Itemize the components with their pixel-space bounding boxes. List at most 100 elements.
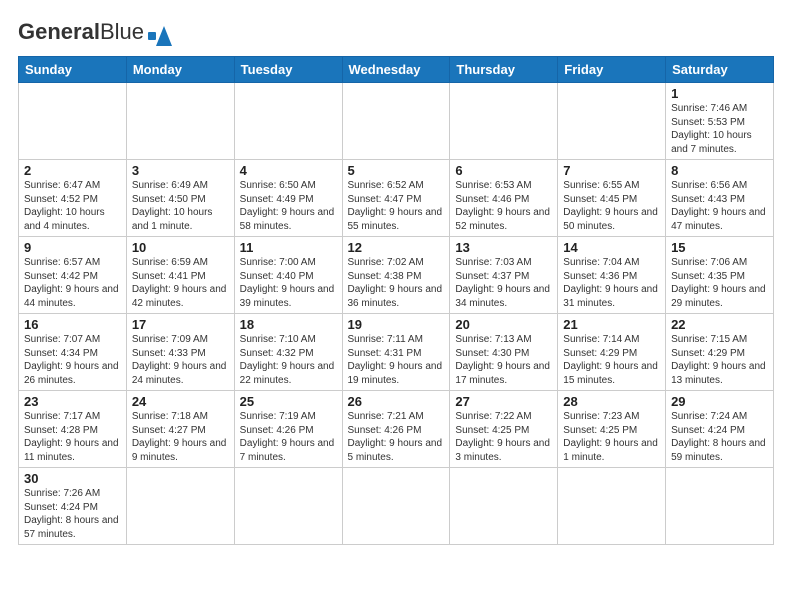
day-info: Sunrise: 7:23 AM Sunset: 4:25 PM Dayligh… (563, 410, 660, 464)
day-info: Sunrise: 6:50 AM Sunset: 4:49 PM Dayligh… (240, 179, 337, 233)
calendar-cell: 15Sunrise: 7:06 AM Sunset: 4:35 PM Dayli… (666, 237, 774, 314)
calendar-week-row: 30Sunrise: 7:26 AM Sunset: 4:24 PM Dayli… (19, 468, 774, 545)
calendar-cell: 12Sunrise: 7:02 AM Sunset: 4:38 PM Dayli… (342, 237, 450, 314)
day-info: Sunrise: 7:09 AM Sunset: 4:33 PM Dayligh… (132, 333, 229, 387)
day-number: 16 (24, 317, 121, 332)
logo-text: GeneralBlue (18, 21, 144, 43)
day-number: 11 (240, 240, 337, 255)
day-number: 7 (563, 163, 660, 178)
calendar-cell (126, 83, 234, 160)
calendar-cell (450, 468, 558, 545)
day-number: 24 (132, 394, 229, 409)
calendar-cell: 8Sunrise: 6:56 AM Sunset: 4:43 PM Daylig… (666, 160, 774, 237)
calendar-week-row: 16Sunrise: 7:07 AM Sunset: 4:34 PM Dayli… (19, 314, 774, 391)
day-number: 26 (348, 394, 445, 409)
weekday-header-saturday: Saturday (666, 57, 774, 83)
calendar-cell: 2Sunrise: 6:47 AM Sunset: 4:52 PM Daylig… (19, 160, 127, 237)
logo-icon (148, 18, 180, 46)
day-info: Sunrise: 7:21 AM Sunset: 4:26 PM Dayligh… (348, 410, 445, 464)
calendar-cell: 3Sunrise: 6:49 AM Sunset: 4:50 PM Daylig… (126, 160, 234, 237)
day-info: Sunrise: 6:53 AM Sunset: 4:46 PM Dayligh… (455, 179, 552, 233)
logo: GeneralBlue (18, 18, 180, 46)
day-info: Sunrise: 6:55 AM Sunset: 4:45 PM Dayligh… (563, 179, 660, 233)
day-info: Sunrise: 7:10 AM Sunset: 4:32 PM Dayligh… (240, 333, 337, 387)
day-info: Sunrise: 7:26 AM Sunset: 4:24 PM Dayligh… (24, 487, 121, 541)
day-number: 28 (563, 394, 660, 409)
day-number: 18 (240, 317, 337, 332)
page: GeneralBlue SundayMondayTuesdayWednesday… (0, 0, 792, 555)
day-number: 15 (671, 240, 768, 255)
calendar-cell: 10Sunrise: 6:59 AM Sunset: 4:41 PM Dayli… (126, 237, 234, 314)
calendar-cell: 24Sunrise: 7:18 AM Sunset: 4:27 PM Dayli… (126, 391, 234, 468)
day-number: 13 (455, 240, 552, 255)
day-info: Sunrise: 7:19 AM Sunset: 4:26 PM Dayligh… (240, 410, 337, 464)
weekday-header-monday: Monday (126, 57, 234, 83)
day-info: Sunrise: 6:49 AM Sunset: 4:50 PM Dayligh… (132, 179, 229, 233)
day-info: Sunrise: 7:17 AM Sunset: 4:28 PM Dayligh… (24, 410, 121, 464)
calendar-cell: 17Sunrise: 7:09 AM Sunset: 4:33 PM Dayli… (126, 314, 234, 391)
calendar-cell (19, 83, 127, 160)
calendar-cell (342, 83, 450, 160)
day-info: Sunrise: 7:03 AM Sunset: 4:37 PM Dayligh… (455, 256, 552, 310)
day-number: 20 (455, 317, 552, 332)
calendar-cell: 18Sunrise: 7:10 AM Sunset: 4:32 PM Dayli… (234, 314, 342, 391)
calendar-cell: 14Sunrise: 7:04 AM Sunset: 4:36 PM Dayli… (558, 237, 666, 314)
day-info: Sunrise: 6:59 AM Sunset: 4:41 PM Dayligh… (132, 256, 229, 310)
day-number: 3 (132, 163, 229, 178)
day-number: 4 (240, 163, 337, 178)
day-info: Sunrise: 7:02 AM Sunset: 4:38 PM Dayligh… (348, 256, 445, 310)
calendar-cell: 9Sunrise: 6:57 AM Sunset: 4:42 PM Daylig… (19, 237, 127, 314)
calendar-cell: 7Sunrise: 6:55 AM Sunset: 4:45 PM Daylig… (558, 160, 666, 237)
header: GeneralBlue (18, 18, 774, 46)
day-number: 10 (132, 240, 229, 255)
day-number: 8 (671, 163, 768, 178)
day-info: Sunrise: 7:15 AM Sunset: 4:29 PM Dayligh… (671, 333, 768, 387)
calendar-cell: 28Sunrise: 7:23 AM Sunset: 4:25 PM Dayli… (558, 391, 666, 468)
day-number: 14 (563, 240, 660, 255)
day-number: 25 (240, 394, 337, 409)
calendar-cell: 13Sunrise: 7:03 AM Sunset: 4:37 PM Dayli… (450, 237, 558, 314)
day-info: Sunrise: 6:57 AM Sunset: 4:42 PM Dayligh… (24, 256, 121, 310)
calendar-cell: 5Sunrise: 6:52 AM Sunset: 4:47 PM Daylig… (342, 160, 450, 237)
day-number: 1 (671, 86, 768, 101)
day-number: 12 (348, 240, 445, 255)
day-info: Sunrise: 7:06 AM Sunset: 4:35 PM Dayligh… (671, 256, 768, 310)
day-info: Sunrise: 7:14 AM Sunset: 4:29 PM Dayligh… (563, 333, 660, 387)
day-number: 17 (132, 317, 229, 332)
day-info: Sunrise: 6:47 AM Sunset: 4:52 PM Dayligh… (24, 179, 121, 233)
calendar-cell: 30Sunrise: 7:26 AM Sunset: 4:24 PM Dayli… (19, 468, 127, 545)
day-info: Sunrise: 7:46 AM Sunset: 5:53 PM Dayligh… (671, 102, 768, 156)
weekday-header-wednesday: Wednesday (342, 57, 450, 83)
day-number: 22 (671, 317, 768, 332)
calendar-cell (342, 468, 450, 545)
calendar-cell: 20Sunrise: 7:13 AM Sunset: 4:30 PM Dayli… (450, 314, 558, 391)
calendar-cell: 11Sunrise: 7:00 AM Sunset: 4:40 PM Dayli… (234, 237, 342, 314)
weekday-header-tuesday: Tuesday (234, 57, 342, 83)
day-number: 2 (24, 163, 121, 178)
calendar-cell: 19Sunrise: 7:11 AM Sunset: 4:31 PM Dayli… (342, 314, 450, 391)
calendar-cell: 6Sunrise: 6:53 AM Sunset: 4:46 PM Daylig… (450, 160, 558, 237)
weekday-header-thursday: Thursday (450, 57, 558, 83)
day-info: Sunrise: 6:56 AM Sunset: 4:43 PM Dayligh… (671, 179, 768, 233)
day-info: Sunrise: 7:07 AM Sunset: 4:34 PM Dayligh… (24, 333, 121, 387)
day-info: Sunrise: 7:04 AM Sunset: 4:36 PM Dayligh… (563, 256, 660, 310)
day-number: 21 (563, 317, 660, 332)
calendar-cell: 1Sunrise: 7:46 AM Sunset: 5:53 PM Daylig… (666, 83, 774, 160)
day-info: Sunrise: 7:13 AM Sunset: 4:30 PM Dayligh… (455, 333, 552, 387)
day-info: Sunrise: 7:11 AM Sunset: 4:31 PM Dayligh… (348, 333, 445, 387)
calendar-cell (234, 468, 342, 545)
calendar-week-row: 2Sunrise: 6:47 AM Sunset: 4:52 PM Daylig… (19, 160, 774, 237)
weekday-header-friday: Friday (558, 57, 666, 83)
calendar-cell (558, 83, 666, 160)
day-info: Sunrise: 6:52 AM Sunset: 4:47 PM Dayligh… (348, 179, 445, 233)
calendar-cell: 29Sunrise: 7:24 AM Sunset: 4:24 PM Dayli… (666, 391, 774, 468)
day-info: Sunrise: 7:18 AM Sunset: 4:27 PM Dayligh… (132, 410, 229, 464)
day-info: Sunrise: 7:24 AM Sunset: 4:24 PM Dayligh… (671, 410, 768, 464)
weekday-header-row: SundayMondayTuesdayWednesdayThursdayFrid… (19, 57, 774, 83)
day-number: 27 (455, 394, 552, 409)
day-number: 6 (455, 163, 552, 178)
calendar-cell: 27Sunrise: 7:22 AM Sunset: 4:25 PM Dayli… (450, 391, 558, 468)
day-number: 30 (24, 471, 121, 486)
calendar-week-row: 23Sunrise: 7:17 AM Sunset: 4:28 PM Dayli… (19, 391, 774, 468)
day-number: 5 (348, 163, 445, 178)
